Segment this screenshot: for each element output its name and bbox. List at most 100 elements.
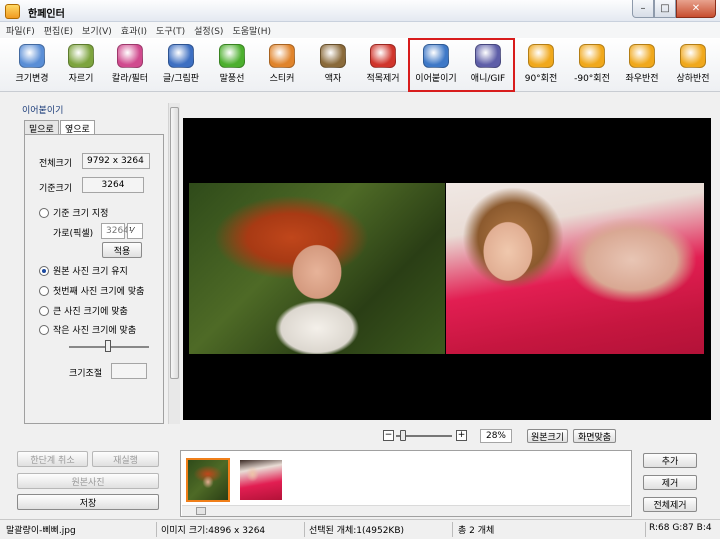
merged-photo-1: [189, 183, 445, 354]
zoom-out-button[interactable]: −: [383, 430, 394, 441]
flip-vertical-icon: [680, 44, 706, 68]
close-button[interactable]: ✕: [676, 0, 716, 18]
tool-sticker[interactable]: 스티커: [256, 40, 308, 90]
toolbar: 크기변경 자르기 칼라/필터 글/그림판 말풍선 스티커 액자 적목제거 이어붙…: [0, 38, 720, 92]
fit-screen-button[interactable]: 화면맞춤: [573, 429, 616, 443]
tool-resize[interactable]: 크기변경: [6, 40, 58, 90]
radio-button[interactable]: [39, 265, 49, 276]
status-selected: 선택된 개체:1(4952KB): [309, 526, 405, 536]
thumbnail-2[interactable]: [240, 460, 282, 500]
menu-tools[interactable]: 도구(T): [156, 24, 185, 37]
status-filename: 말괄량이-삐삐.jpg: [6, 526, 76, 536]
tool-color-filter[interactable]: 칼라/필터: [104, 40, 156, 90]
frame-icon: [320, 44, 346, 68]
title-bar: 한페인터 – □ ✕: [0, 0, 720, 22]
speech-bubble-icon: [219, 44, 245, 68]
window-controls: – □ ✕: [632, 0, 716, 18]
resize-icon: [19, 44, 45, 68]
ratio-lock-icon[interactable]: ⅟: [127, 223, 143, 239]
tab-below[interactable]: 밑으로: [24, 120, 59, 135]
image-list: [180, 450, 632, 517]
image-list-scrollbar-thumb[interactable]: [196, 507, 206, 515]
menu-edit[interactable]: 편집(E): [44, 24, 73, 37]
canvas[interactable]: [183, 118, 711, 420]
menu-file[interactable]: 파일(F): [6, 24, 35, 37]
tab-side[interactable]: 옆으로: [60, 120, 95, 135]
maximize-button[interactable]: □: [654, 0, 676, 18]
total-size-value: 9792 x 3264: [82, 153, 150, 169]
save-button[interactable]: 저장: [17, 494, 159, 510]
undo-button[interactable]: 한단계 취소: [17, 451, 88, 467]
menu-effects[interactable]: 효과(I): [121, 24, 147, 37]
radio-button[interactable]: [39, 305, 49, 316]
status-rgb: R:68 G:87 B:4: [649, 523, 712, 533]
status-separator: [156, 522, 157, 537]
radio-fit-large[interactable]: 큰 사진 크기에 맞춤: [39, 304, 128, 317]
status-separator: [645, 522, 646, 537]
radio-fit-small[interactable]: 작은 사진 크기에 맞춤: [39, 323, 136, 336]
sticker-icon: [269, 44, 295, 68]
original-photo-button[interactable]: 원본사진: [17, 473, 159, 489]
zoom-slider-thumb[interactable]: [399, 430, 406, 441]
status-total: 총 2 개체: [458, 526, 495, 536]
color-filter-icon: [117, 44, 143, 68]
tool-speech-bubble[interactable]: 말풍선: [206, 40, 258, 90]
merged-photo-2: [446, 183, 704, 354]
status-image-size: 이미지 크기:4896 x 3264: [161, 526, 266, 536]
tool-flip-vertical[interactable]: 상하반전: [667, 40, 719, 90]
radio-set-base[interactable]: 기준 크기 지정: [39, 206, 108, 219]
width-input[interactable]: 3264: [101, 223, 129, 239]
menu-view[interactable]: 보기(V): [82, 24, 112, 37]
rotate-90-icon: [528, 44, 554, 68]
app-icon: [5, 4, 20, 19]
menu-bar: 파일(F) 편집(E) 보기(V) 효과(I) 도구(T) 설정(S) 도움말(…: [0, 22, 720, 38]
panel-scrollbar[interactable]: [168, 103, 180, 424]
width-label: 가로(픽셀): [53, 229, 94, 239]
rotate-minus-90-icon: [579, 44, 605, 68]
size-slider-thumb[interactable]: [105, 340, 111, 352]
tool-rotate-90[interactable]: 90°회전: [515, 40, 567, 90]
add-button[interactable]: 추가: [643, 453, 697, 468]
window-title: 한페인터: [28, 9, 65, 20]
merge-panel: 이어붙이기 밑으로 옆으로 전체크기 9792 x 3264 기준크기 3264…: [16, 97, 164, 424]
panel-scrollbar-thumb[interactable]: [170, 107, 179, 379]
status-separator: [452, 522, 453, 537]
flip-horizontal-icon: [629, 44, 655, 68]
zoom-in-button[interactable]: +: [456, 430, 467, 441]
radio-keep-original[interactable]: 원본 사진 크기 유지: [39, 264, 128, 277]
tool-redeye[interactable]: 적목제거: [357, 40, 409, 90]
tool-text-draw[interactable]: 글/그림판: [155, 40, 207, 90]
redeye-icon: [370, 44, 396, 68]
tool-flip-horizontal[interactable]: 좌우반전: [616, 40, 668, 90]
menu-help[interactable]: 도움말(H): [232, 24, 271, 37]
radio-button[interactable]: [39, 207, 49, 218]
total-size-label: 전체크기: [39, 159, 73, 169]
remove-button[interactable]: 제거: [643, 475, 697, 490]
thumbnail-1[interactable]: [186, 458, 230, 502]
tool-rotate-minus-90[interactable]: -90°회전: [566, 40, 618, 90]
text-draw-icon: [168, 44, 194, 68]
status-bar: 말괄량이-삐삐.jpg 이미지 크기:4896 x 3264 선택된 개체:1(…: [0, 519, 720, 539]
image-list-scrollbar[interactable]: [182, 505, 630, 516]
adjust-input[interactable]: [111, 363, 147, 379]
crop-icon: [68, 44, 94, 68]
base-size-label: 기준크기: [39, 184, 73, 194]
remove-all-button[interactable]: 전체제거: [643, 497, 697, 512]
status-separator: [304, 522, 305, 537]
original-size-button[interactable]: 원본크기: [527, 429, 568, 443]
highlight-annotation: [408, 38, 515, 92]
adjust-label: 크기조절: [69, 369, 103, 379]
tool-crop[interactable]: 자르기: [55, 40, 107, 90]
zoom-value: 28%: [480, 429, 512, 443]
tool-frame[interactable]: 액자: [307, 40, 359, 90]
minimize-button[interactable]: –: [632, 0, 654, 18]
radio-button[interactable]: [39, 285, 49, 296]
radio-fit-first[interactable]: 첫번째 사진 크기에 맞춤: [39, 284, 144, 297]
base-size-value: 3264: [82, 177, 144, 193]
radio-button[interactable]: [39, 324, 49, 335]
panel-title: 이어붙이기: [22, 106, 64, 116]
menu-settings[interactable]: 설정(S): [194, 24, 223, 37]
tab-body: 전체크기 9792 x 3264 기준크기 3264 기준 크기 지정 가로(픽…: [24, 134, 164, 424]
apply-button[interactable]: 적용: [102, 242, 142, 258]
redo-button[interactable]: 재실행: [92, 451, 159, 467]
